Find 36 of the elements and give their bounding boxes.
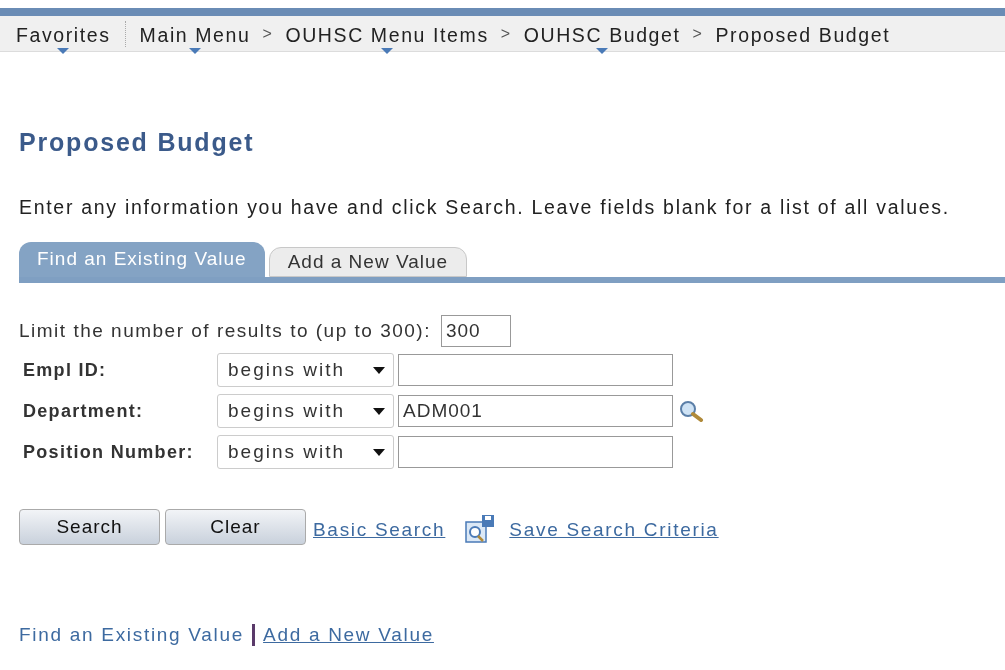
- separator-icon: >: [262, 21, 274, 46]
- breadcrumb-item[interactable]: Proposed Budget: [715, 23, 891, 46]
- limit-input[interactable]: 300: [440, 315, 511, 347]
- breadcrumb-item[interactable]: Favorites: [16, 23, 111, 46]
- operator-select[interactable]: begins with: [217, 435, 394, 469]
- caret-icon: [373, 366, 385, 374]
- page-link[interactable]: Find an Existing Value: [19, 621, 245, 650]
- breadcrumb-item[interactable]: Main Menu: [139, 23, 251, 46]
- dropdown-icon: [189, 47, 202, 54]
- caret-icon: [373, 448, 385, 456]
- operator-select[interactable]: begins with: [217, 353, 394, 387]
- tab[interactable]: Add a New Value: [268, 247, 468, 277]
- dropdown-icon: [596, 47, 609, 54]
- criteria-input[interactable]: ADM001: [398, 395, 673, 427]
- action-button[interactable]: Clear: [165, 509, 306, 545]
- page-title: Proposed Budget: [19, 128, 256, 156]
- criteria-input[interactable]: [398, 436, 673, 468]
- breadcrumb-item[interactable]: OUHSC Menu Items: [285, 23, 489, 46]
- criteria-input[interactable]: [398, 354, 673, 386]
- save-search-icon[interactable]: [464, 514, 497, 544]
- limit-label: Limit the number of results to (up to 300):: [19, 318, 431, 343]
- separator-icon: >: [692, 21, 704, 46]
- field-label: Department:: [22, 399, 145, 423]
- separator-icon: >: [500, 21, 512, 46]
- page-link[interactable]: Add a New Value: [263, 621, 434, 650]
- save-search-criteria-link[interactable]: Save Search Criteria: [509, 515, 719, 545]
- field-label: Position Number:: [22, 440, 195, 464]
- instructions-text: Enter any information you have and click Search. Leave fields blank for a list of all values.: [19, 196, 951, 218]
- dropdown-icon: [57, 47, 70, 54]
- caret-icon: [373, 407, 385, 415]
- dropdown-icon: [381, 47, 394, 54]
- field-label: Empl ID:: [22, 358, 108, 382]
- basic-search-link[interactable]: Basic Search: [313, 515, 446, 545]
- operator-select[interactable]: begins with: [217, 394, 394, 428]
- breadcrumb-item[interactable]: OUHSC Budget: [523, 23, 681, 46]
- action-button[interactable]: Search: [19, 509, 160, 545]
